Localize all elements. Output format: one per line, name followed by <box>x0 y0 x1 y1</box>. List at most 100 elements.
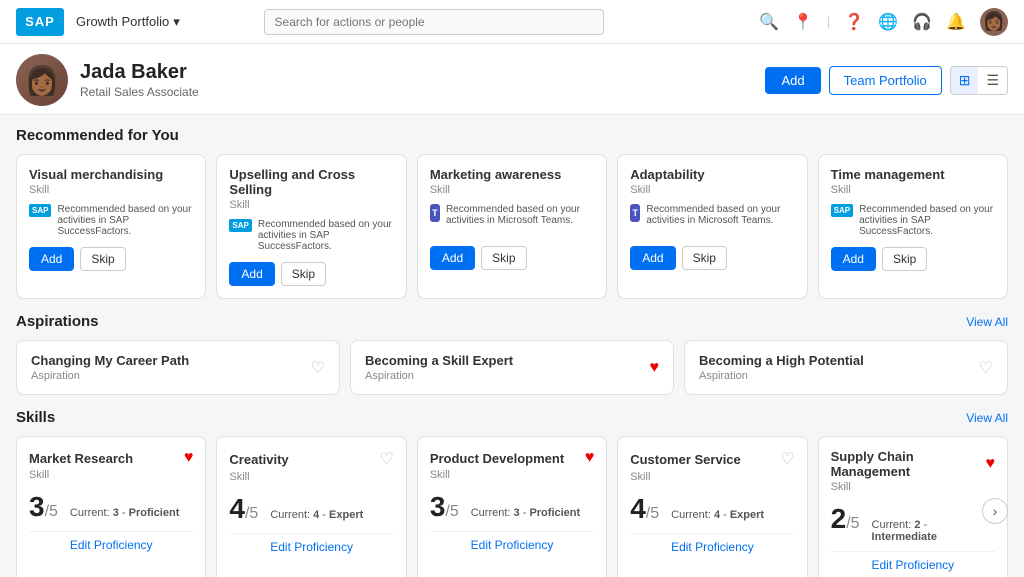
sap-logo-small: SAP <box>29 204 51 217</box>
card-skip-button[interactable]: Skip <box>682 246 727 270</box>
skills-view-all[interactable]: View All <box>966 411 1008 425</box>
recommended-card: Marketing awareness Skill T Recommended … <box>417 154 607 299</box>
skill-card-type: Skill <box>229 471 393 483</box>
recommended-cards: Visual merchandising Skill SAP Recommend… <box>16 154 1008 299</box>
recommended-card: Upselling and Cross Selling Skill SAP Re… <box>216 154 406 299</box>
card-actions: Add Skip <box>430 246 594 270</box>
app-header: SAP Growth Portfolio ▾ 🔍 📍 | ❓ 🌐 🎧 🔔 👩🏾 <box>0 0 1024 44</box>
skill-proficiency-card: Market Research ♥ Skill 3/5 Current: 3 -… <box>16 436 206 577</box>
skill-heart-icon[interactable]: ♥ <box>986 455 996 473</box>
recommended-section-header: Recommended for You <box>16 127 1008 144</box>
profile-avatar: 👩🏾 <box>16 54 68 106</box>
skill-heart-icon[interactable]: ♡ <box>379 449 393 469</box>
edit-proficiency-link[interactable]: Edit Proficiency <box>630 533 794 554</box>
headset-icon[interactable]: 🎧 <box>912 12 932 32</box>
skill-card-title: Product Development <box>430 451 564 466</box>
heart-icon[interactable]: ♡ <box>979 358 993 378</box>
team-portfolio-button[interactable]: Team Portfolio <box>829 66 942 95</box>
card-recommendation: SAP Recommended based on your activities… <box>831 204 995 237</box>
card-actions: Add Skip <box>29 247 193 271</box>
heart-icon[interactable]: ♡ <box>311 358 325 378</box>
skill-proficiency-card: Customer Service ♡ Skill 4/5 Current: 4 … <box>617 436 807 577</box>
card-title: Visual merchandising <box>29 167 193 182</box>
search-bar-container <box>264 9 604 35</box>
aspiration-card: Changing My Career Path Aspiration ♡ <box>16 340 340 395</box>
card-type: Skill <box>430 184 594 196</box>
profile-bar: 👩🏾 Jada Baker Retail Sales Associate Add… <box>0 44 1024 115</box>
skill-card-header: Supply Chain Management ♥ <box>831 449 995 479</box>
ms-teams-icon: T <box>430 204 440 222</box>
card-add-button[interactable]: Add <box>229 262 274 286</box>
card-skip-button[interactable]: Skip <box>882 247 927 271</box>
card-title: Time management <box>831 167 995 182</box>
score-detail: Current: 4 - Expert <box>671 509 764 521</box>
skills-section-header: Skills View All <box>16 409 1008 426</box>
card-add-button[interactable]: Add <box>29 247 74 271</box>
score-denom: /5 <box>646 505 659 522</box>
card-recommendation: SAP Recommended based on your activities… <box>29 204 193 237</box>
edit-proficiency-link[interactable]: Edit Proficiency <box>430 531 594 552</box>
card-add-button[interactable]: Add <box>831 247 876 271</box>
skill-card-header: Market Research ♥ <box>29 449 193 467</box>
card-title: Upselling and Cross Selling <box>229 167 393 197</box>
card-skip-button[interactable]: Skip <box>281 262 326 286</box>
aspiration-info: Changing My Career Path Aspiration <box>31 353 189 382</box>
portfolio-selector[interactable]: Growth Portfolio ▾ <box>76 14 180 30</box>
profile-actions: Add Team Portfolio ⊞ ☰ <box>765 66 1008 95</box>
chevron-down-icon: ▾ <box>173 14 180 30</box>
edit-proficiency-link[interactable]: Edit Proficiency <box>29 531 193 552</box>
aspirations-cards: Changing My Career Path Aspiration ♡ Bec… <box>16 340 1008 395</box>
skills-next-button[interactable]: › <box>982 498 1008 524</box>
skill-score: 3/5 Current: 3 - Proficient <box>430 491 594 523</box>
user-avatar[interactable]: 👩🏾 <box>980 8 1008 36</box>
list-view-button[interactable]: ☰ <box>978 67 1007 94</box>
score-denom: /5 <box>445 503 458 520</box>
skill-heart-icon[interactable]: ♥ <box>585 449 595 467</box>
skill-card-title: Market Research <box>29 451 133 466</box>
add-button[interactable]: Add <box>765 67 820 94</box>
edit-proficiency-link[interactable]: Edit Proficiency <box>831 551 995 572</box>
score-value: 4/5 <box>229 493 258 525</box>
card-skip-button[interactable]: Skip <box>80 247 125 271</box>
card-type: Skill <box>29 184 193 196</box>
score-detail: Current: 4 - Expert <box>270 509 363 521</box>
recommended-card: Time management Skill SAP Recommended ba… <box>818 154 1008 299</box>
skill-heart-icon[interactable]: ♥ <box>184 449 194 467</box>
search-input[interactable] <box>264 9 604 35</box>
skill-proficiency-card: Product Development ♥ Skill 3/5 Current:… <box>417 436 607 577</box>
skill-card-title: Supply Chain Management <box>831 449 986 479</box>
card-actions: Add Skip <box>229 262 393 286</box>
aspiration-info: Becoming a Skill Expert Aspiration <box>365 353 513 382</box>
profile-role: Retail Sales Associate <box>80 85 199 99</box>
sap-logo: SAP <box>16 8 64 36</box>
card-add-button[interactable]: Add <box>430 246 475 270</box>
edit-proficiency-link[interactable]: Edit Proficiency <box>229 533 393 554</box>
score-denom: /5 <box>846 515 859 532</box>
skills-title: Skills <box>16 409 55 426</box>
card-recommendation: T Recommended based on your activities i… <box>430 204 594 236</box>
skill-card-type: Skill <box>29 469 193 481</box>
location-icon[interactable]: 📍 <box>793 12 813 32</box>
aspiration-card: Becoming a Skill Expert Aspiration ♥ <box>350 340 674 395</box>
skill-card-header: Product Development ♥ <box>430 449 594 467</box>
card-type: Skill <box>831 184 995 196</box>
skill-card-title: Customer Service <box>630 452 741 467</box>
score-value: 3/5 <box>430 491 459 523</box>
grid-view-button[interactable]: ⊞ <box>951 67 979 94</box>
skill-card-title: Creativity <box>229 452 288 467</box>
help-icon[interactable]: ❓ <box>844 12 864 32</box>
skill-card-header: Customer Service ♡ <box>630 449 794 469</box>
search-icon[interactable]: 🔍 <box>759 12 779 32</box>
aspirations-view-all[interactable]: View All <box>966 315 1008 329</box>
card-title: Adaptability <box>630 167 794 182</box>
card-add-button[interactable]: Add <box>630 246 675 270</box>
score-detail: Current: 3 - Proficient <box>471 507 580 519</box>
skill-heart-icon[interactable]: ♡ <box>780 449 794 469</box>
globe-icon[interactable]: 🌐 <box>878 12 898 32</box>
card-skip-button[interactable]: Skip <box>481 246 526 270</box>
bell-icon[interactable]: 🔔 <box>946 12 966 32</box>
skill-proficiency-card: Supply Chain Management ♥ Skill 2/5 Curr… <box>818 436 1008 577</box>
heart-icon[interactable]: ♥ <box>650 359 660 377</box>
aspiration-title: Changing My Career Path <box>31 353 189 368</box>
skills-cards: Market Research ♥ Skill 3/5 Current: 3 -… <box>16 436 1008 577</box>
